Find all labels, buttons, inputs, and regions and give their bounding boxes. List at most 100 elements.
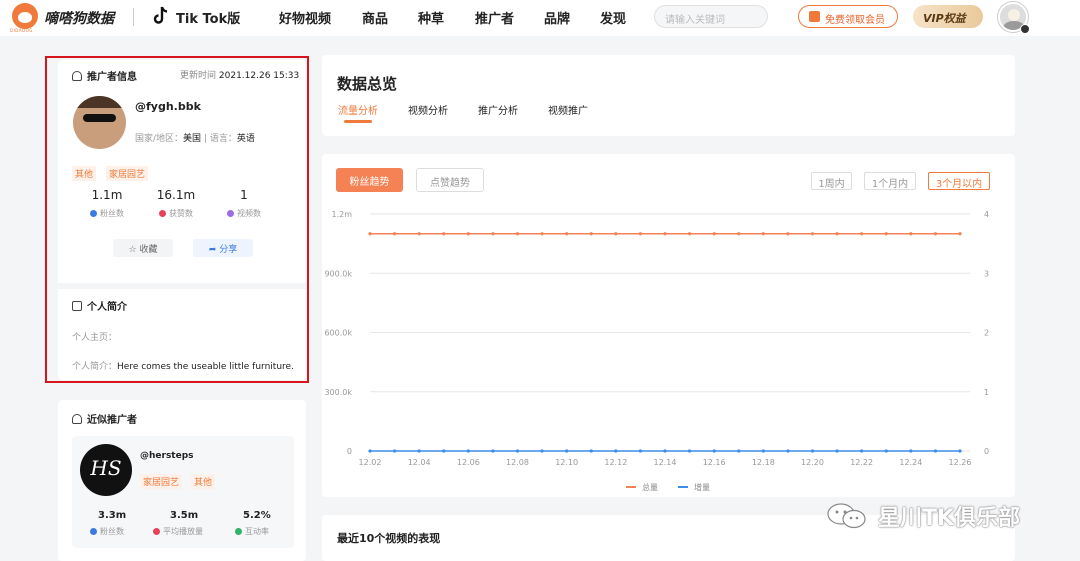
nav-item-discover[interactable]: 发现	[600, 8, 626, 27]
range-1-month[interactable]: 1个月内	[864, 172, 916, 190]
avatar-status-icon	[1020, 24, 1030, 34]
nav-item-promoters[interactable]: 推广者	[475, 8, 514, 27]
x-tick-label: 12.12	[604, 458, 627, 467]
nav-item-seeding[interactable]: 种草	[418, 8, 444, 27]
x-tick-label: 12.08	[506, 458, 529, 467]
followers-icon	[90, 210, 97, 217]
tab-video-promotion[interactable]: 视频推广	[548, 102, 588, 117]
followers-trend-button[interactable]: 粉丝趋势	[336, 168, 403, 192]
series-point-1	[909, 232, 913, 236]
followers-value: 1.1m	[91, 188, 123, 202]
similar-avg-views-label: 平均播放量	[153, 526, 203, 537]
series-point-1	[663, 232, 667, 236]
promoter-handle[interactable]: @fygh.bbk	[135, 100, 201, 113]
series-point-2	[663, 449, 667, 453]
series-point-1	[860, 232, 864, 236]
tag-home-garden[interactable]: 家居园艺	[106, 166, 149, 181]
people-icon	[72, 414, 82, 424]
card-separator	[58, 283, 306, 289]
nav-item-videos[interactable]: 好物视频	[279, 8, 331, 27]
series-point-1	[540, 232, 544, 236]
play-icon	[153, 528, 160, 535]
series-point-2	[565, 449, 569, 453]
series-point-1	[565, 232, 569, 236]
person-icon	[72, 71, 82, 81]
series-point-1	[884, 232, 888, 236]
engagement-icon	[235, 528, 242, 535]
x-tick-label: 12.14	[654, 458, 677, 467]
series-point-1	[712, 232, 716, 236]
vip-button[interactable]: VIP权益	[913, 5, 983, 28]
nav-item-products[interactable]: 商品	[362, 8, 388, 27]
similar-tag-other[interactable]: 其他	[191, 474, 216, 489]
tag-other[interactable]: 其他	[72, 166, 97, 181]
y-right-tick-label: 1	[984, 388, 989, 397]
x-tick-label: 12.24	[899, 458, 922, 467]
series-point-1	[466, 232, 470, 236]
tab-promotion-analysis[interactable]: 推广分析	[478, 102, 518, 117]
share-button[interactable]: ➦ 分享	[193, 239, 253, 257]
series-point-2	[466, 449, 470, 453]
promoter-avatar[interactable]	[73, 96, 126, 149]
series-point-2	[933, 449, 938, 453]
homepage-row: 个人主页：	[72, 333, 118, 343]
similar-avatar[interactable]: HS	[80, 444, 132, 496]
x-tick-label: 12.18	[752, 458, 775, 467]
series-point-2	[884, 449, 888, 453]
logo-text[interactable]: 嘀嗒狗数据	[44, 8, 114, 28]
tab-video-analysis[interactable]: 视频分析	[408, 102, 448, 117]
range-1-week[interactable]: 1周内	[811, 172, 852, 190]
series-point-2	[786, 449, 790, 453]
legend-label-1: 总量	[642, 482, 658, 492]
nav-item-brands[interactable]: 品牌	[544, 8, 570, 27]
bio-heading: 个人简介	[72, 298, 127, 313]
series-point-1	[835, 232, 839, 236]
tab-traffic-analysis[interactable]: 流量分析	[338, 102, 378, 117]
y-left-tick-label: 600.0k	[324, 329, 352, 338]
series-point-1	[442, 232, 446, 236]
x-tick-label: 12.04	[408, 458, 431, 467]
recent-videos-title: 最近10个视频的表现	[337, 532, 441, 545]
x-tick-label: 12.02	[359, 458, 382, 467]
series-point-2	[491, 449, 495, 453]
y-right-tick-label: 0	[984, 447, 989, 456]
collect-button[interactable]: ☆ 收藏	[113, 239, 173, 257]
promoter-region: 国家/地区：美国 | 语言：英语	[135, 134, 255, 144]
similar-handle[interactable]: @hersteps	[140, 451, 194, 461]
y-right-tick-label: 3	[984, 269, 989, 278]
similar-tag-home-garden[interactable]: 家居园艺	[140, 474, 183, 489]
heart-icon	[159, 210, 166, 217]
document-icon	[72, 301, 82, 311]
search-input[interactable]: 请输入关键词	[654, 5, 768, 28]
y-right-tick-label: 2	[984, 329, 989, 338]
series-point-1	[687, 232, 692, 236]
series-point-2	[835, 449, 839, 453]
likes-trend-button[interactable]: 点赞趋势	[416, 168, 484, 192]
free-vip-button[interactable]: 免费领取会员	[798, 5, 898, 28]
series-point-2	[515, 449, 520, 453]
series-point-2	[958, 449, 962, 453]
videos-label: 视频数	[214, 208, 274, 219]
series-point-2	[540, 449, 544, 453]
bio-row: 个人简介：Here comes the useable little furni…	[72, 362, 294, 372]
series-point-1	[958, 232, 962, 236]
platform-label[interactable]: Tik Tok版	[176, 8, 240, 27]
series-point-1	[933, 232, 938, 236]
range-3-months[interactable]: 3个月以内	[928, 172, 990, 190]
x-tick-label: 12.16	[703, 458, 726, 467]
likes-label: 获赞数	[146, 208, 206, 219]
followers-icon	[90, 528, 97, 535]
wechat-icon	[827, 503, 866, 529]
series-point-1	[417, 232, 421, 236]
y-left-tick-label: 1.2m	[331, 210, 352, 219]
logo-icon[interactable]	[12, 3, 38, 29]
series-point-1	[491, 232, 495, 236]
series-point-2	[860, 449, 864, 453]
gift-icon	[809, 11, 820, 22]
x-tick-label: 12.20	[801, 458, 824, 467]
similar-heading: 近似推广者	[72, 411, 137, 426]
series-point-1	[737, 232, 741, 236]
series-point-1	[786, 232, 790, 236]
active-tab-indicator	[344, 120, 372, 123]
tiktok-icon	[153, 6, 168, 24]
